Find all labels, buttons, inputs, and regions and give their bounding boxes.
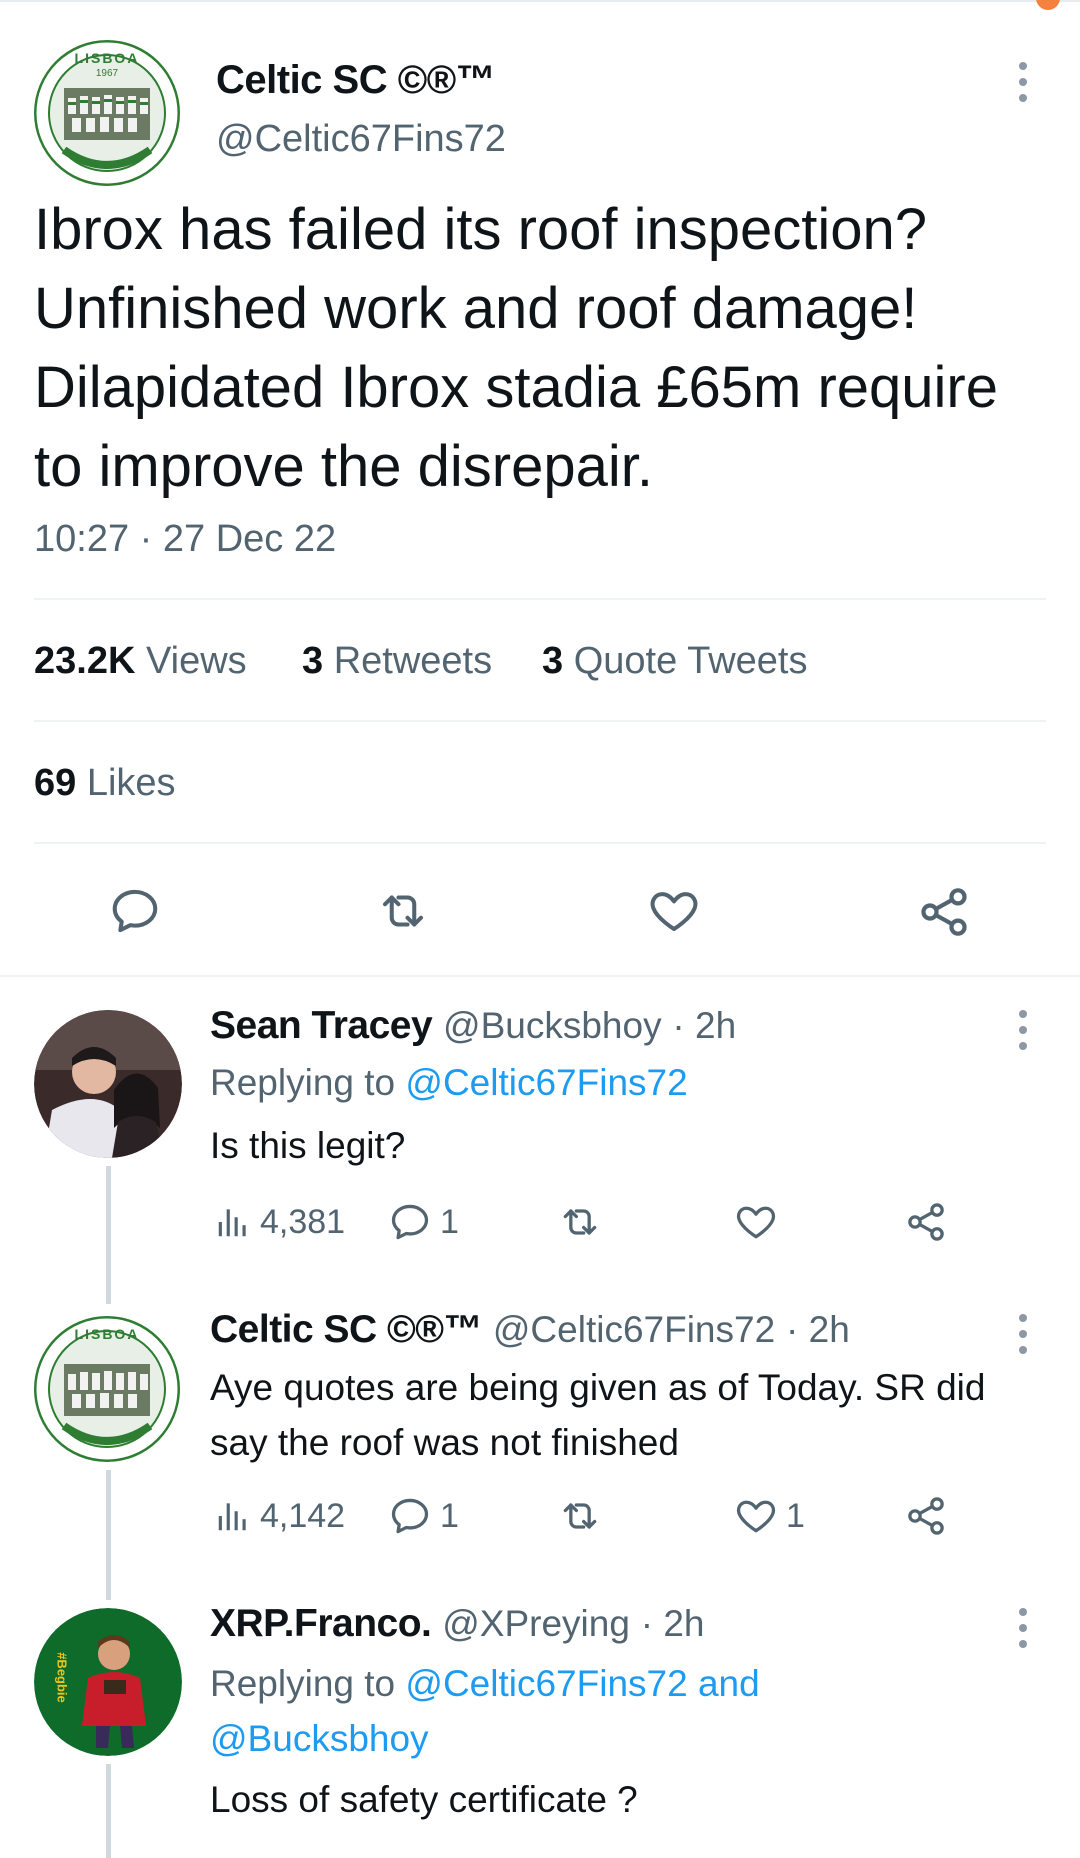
- reply1-views-count: 4,381: [260, 1202, 346, 1241]
- top-divider: [0, 0, 1080, 2]
- reply2-share[interactable]: [904, 1494, 948, 1538]
- thread-line: [106, 1166, 111, 1304]
- main-tweet-bottom-border: [0, 975, 1080, 977]
- notification-dot: [1036, 0, 1060, 10]
- main-tweet-text: Ibrox has failed its roof inspection? Un…: [34, 197, 998, 499]
- thread-line: [106, 1764, 111, 1858]
- reply1-author-name[interactable]: Sean Tracey: [210, 1004, 433, 1047]
- stats-divider-mid: [34, 720, 1046, 722]
- share-icon: [908, 1497, 944, 1535]
- views-icon: [218, 1503, 246, 1531]
- retweet-icon[interactable]: [374, 884, 432, 943]
- main-more-icon[interactable]: [1015, 62, 1031, 102]
- reply3-replying-to: Replying to @Celtic67Fins72 and @Bucksbh…: [210, 1656, 850, 1766]
- reply1-time[interactable]: · 2h: [672, 1005, 736, 1046]
- reply2-more-icon[interactable]: [1015, 1314, 1031, 1354]
- reply2-like-count: 1: [786, 1496, 805, 1535]
- reply1-replying-to: Replying to @Celtic67Fins72: [210, 1062, 688, 1104]
- main-author-name[interactable]: Celtic SC ©®™: [216, 58, 496, 103]
- reply-icon: [391, 1498, 429, 1534]
- reply2-views-count: 4,142: [260, 1496, 346, 1535]
- like-icon[interactable]: [646, 884, 702, 943]
- likes-count: 69: [34, 762, 77, 804]
- reply1-avatar[interactable]: [34, 1010, 182, 1158]
- reply2-reply-count: 1: [440, 1496, 459, 1535]
- views-stat[interactable]: 23.2K Views: [34, 640, 247, 683]
- reply2-reply[interactable]: 1: [388, 1494, 459, 1538]
- reply3-header: XRP.Franco. @XPreying · 2h: [210, 1602, 705, 1646]
- main-timestamp[interactable]: 10:27 · 27 Dec 22: [34, 518, 336, 561]
- reply3-time[interactable]: · 2h: [641, 1603, 705, 1644]
- reply2-header: Celtic SC ©®™ @Celtic67Fins72 · 2h: [210, 1308, 850, 1352]
- reply3-more-icon[interactable]: [1015, 1608, 1031, 1648]
- quotes-count: 3: [542, 640, 564, 682]
- reply2-author-handle[interactable]: @Celtic67Fins72: [493, 1309, 775, 1350]
- views-icon: [218, 1209, 246, 1237]
- share-icon[interactable]: [916, 884, 972, 945]
- retweet-icon: [563, 1503, 597, 1529]
- reply2-retweet[interactable]: [556, 1494, 604, 1538]
- reply1-like[interactable]: [734, 1200, 778, 1244]
- quotes-stat[interactable]: 3 Quote Tweets: [542, 640, 807, 683]
- reply1-mention[interactable]: @Celtic67Fins72: [405, 1062, 687, 1103]
- retweets-stat[interactable]: 3 Retweets: [302, 640, 492, 683]
- reply1-replying-prefix: Replying to: [210, 1062, 396, 1103]
- views-count: 23.2K: [34, 640, 136, 682]
- quotes-label: Quote Tweets: [573, 640, 808, 682]
- avatar-crest-text: LISBOA: [74, 1326, 140, 1342]
- reply3-avatar-text: #Begbie: [54, 1652, 70, 1703]
- reply3-author-name[interactable]: XRP.Franco.: [210, 1602, 432, 1645]
- avatar-crest-year: 1967: [95, 68, 119, 79]
- reply3-replying-prefix: Replying to: [210, 1663, 396, 1704]
- retweets-label: Retweets: [333, 640, 493, 682]
- like-icon: [736, 1500, 776, 1533]
- reply1-reply-count: 1: [440, 1202, 459, 1241]
- retweets-count: 3: [302, 640, 324, 682]
- reply2-avatar[interactable]: LISBOA: [34, 1316, 180, 1462]
- reply1-text: Is this legit?: [210, 1125, 406, 1166]
- reply2-text: Aye quotes are being given as of Today. …: [210, 1367, 986, 1463]
- reply3-text: Loss of safety certificate ?: [210, 1779, 638, 1820]
- avatar-crest-text: LISBOA: [74, 50, 140, 66]
- reply2-like[interactable]: 1: [734, 1494, 805, 1538]
- thread-line: [106, 1470, 111, 1600]
- retweet-icon: [563, 1209, 597, 1235]
- share-icon: [908, 1203, 944, 1241]
- reply-icon[interactable]: [108, 884, 162, 943]
- stats-divider-top: [34, 598, 1046, 600]
- reply1-author-handle[interactable]: @Bucksbhoy: [443, 1005, 662, 1046]
- reply-icon: [391, 1204, 429, 1240]
- stats-divider-bottom: [34, 842, 1046, 844]
- reply1-views[interactable]: 4,381: [214, 1200, 345, 1244]
- likes-label: Likes: [86, 762, 176, 804]
- reply1-header: Sean Tracey @Bucksbhoy · 2h: [210, 1004, 736, 1048]
- views-label: Views: [145, 640, 247, 682]
- likes-stat[interactable]: 69 Likes: [34, 762, 176, 805]
- reply2-time[interactable]: · 2h: [786, 1309, 850, 1350]
- reply1-reply[interactable]: 1: [388, 1200, 459, 1244]
- reply1-share[interactable]: [904, 1200, 948, 1244]
- main-author-avatar[interactable]: LISBOA 1967: [34, 40, 180, 186]
- reply2-views[interactable]: 4,142: [214, 1494, 345, 1538]
- like-icon: [736, 1206, 776, 1239]
- reply1-retweet[interactable]: [556, 1200, 604, 1244]
- reply1-more-icon[interactable]: [1015, 1010, 1031, 1050]
- reply3-author-handle[interactable]: @XPreying: [442, 1603, 630, 1644]
- reply2-author-name[interactable]: Celtic SC ©®™: [210, 1308, 483, 1351]
- reply3-avatar[interactable]: #Begbie: [34, 1608, 182, 1756]
- main-author-handle[interactable]: @Celtic67Fins72: [216, 118, 506, 161]
